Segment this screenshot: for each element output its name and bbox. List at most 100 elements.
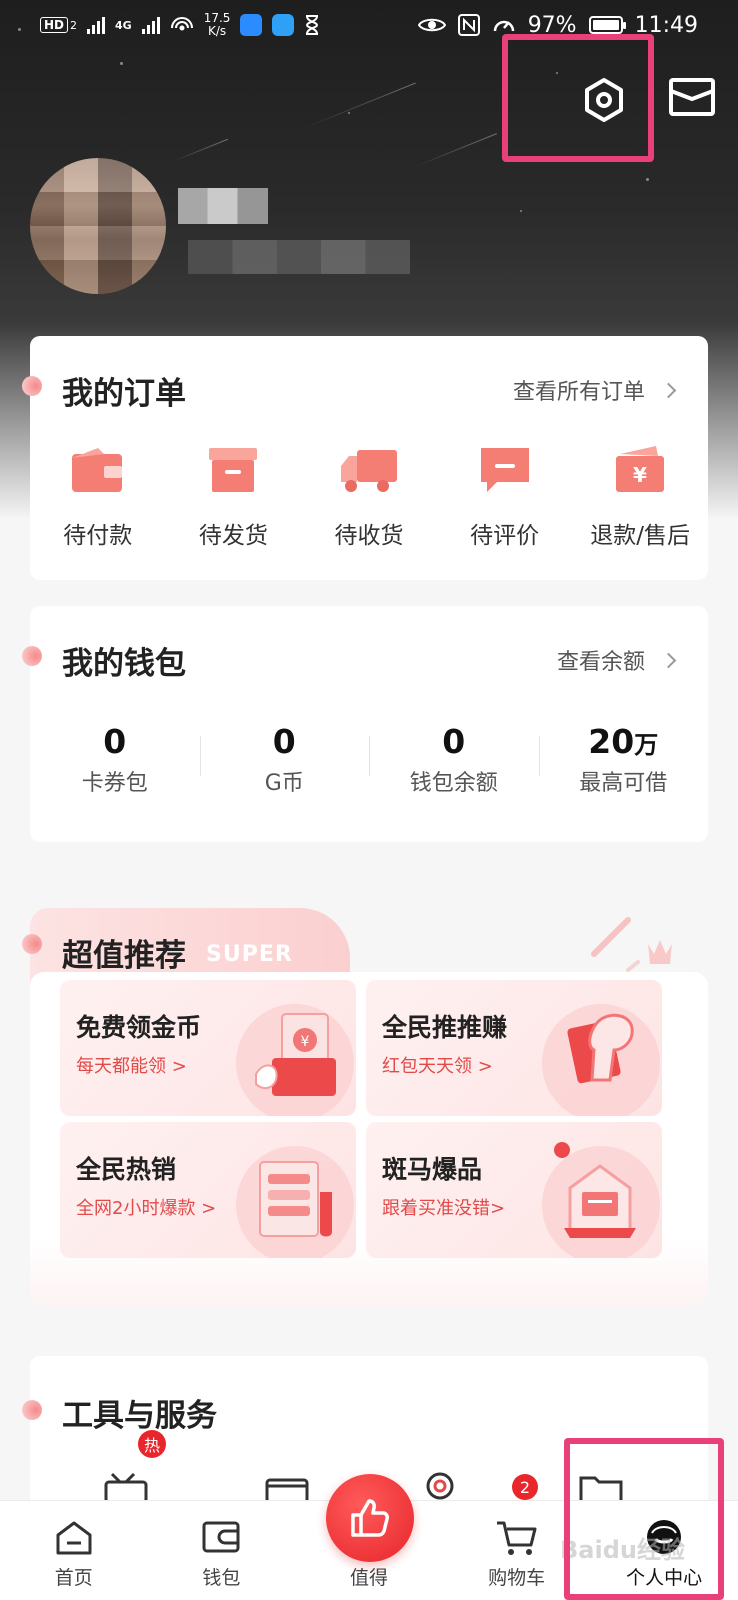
package-box-icon <box>209 448 258 492</box>
tab-label: 购物车 <box>488 1567 546 1589</box>
user-avatar[interactable] <box>30 158 166 294</box>
wallet-label: 最高可借 <box>579 771 668 796</box>
cart-icon <box>496 1521 537 1555</box>
message-button[interactable] <box>666 74 718 120</box>
red-envelope-coin-icon: ¥ <box>232 990 356 1116</box>
tile-title: 全民推推赚 <box>382 1013 508 1042</box>
order-pending-shipment[interactable]: 待发货 <box>166 444 302 550</box>
wallet-icon <box>202 1521 240 1553</box>
settings-button[interactable] <box>574 70 634 130</box>
order-label: 待收货 <box>334 523 404 549</box>
battery-percent: 97% <box>527 12 577 38</box>
decor-streak <box>413 133 497 168</box>
decor-star <box>120 62 123 65</box>
home-icon <box>56 1521 92 1555</box>
decor-streak <box>304 82 416 129</box>
recommend-section: 超值推荐 SUPER 免费领金币 每天都能领 > ¥ 全民推推赚 红包天天领 >… <box>22 908 708 1308</box>
tab-home[interactable]: 首页 <box>0 1501 148 1600</box>
tile-hot-sales[interactable]: 全民热销 全网2小时爆款 > <box>60 1122 356 1258</box>
order-pending-review[interactable]: 待评价 <box>437 444 573 550</box>
wallet-icon <box>71 448 122 492</box>
comment-icon <box>480 448 529 492</box>
wallet-number: 0 <box>103 722 127 761</box>
calendar-tool-icon[interactable] <box>264 1470 310 1500</box>
order-label: 待付款 <box>63 523 133 549</box>
wallet-number: 0 <box>272 722 296 761</box>
speed-value: 17.5 <box>203 11 231 25</box>
recommend-body: 免费领金币 每天都能领 > ¥ 全民推推赚 红包天天领 > 全民热销 全网2小时… <box>30 972 708 1306</box>
username-blurred[interactable] <box>178 188 268 224</box>
order-label: 退款/售后 <box>590 523 691 549</box>
tab-wallet[interactable]: 钱包 <box>148 1501 296 1600</box>
decor-streak <box>171 138 229 163</box>
network-type: 4G <box>115 18 132 32</box>
cart-count-badge: 2 <box>512 1474 538 1500</box>
message-envelope-icon <box>669 78 715 116</box>
tab-label: 钱包 <box>202 1567 241 1589</box>
data-saver-icon <box>493 20 514 32</box>
recommend-title: 超值推荐 <box>62 938 186 974</box>
location-tool-icon[interactable] <box>420 1470 460 1500</box>
eye-comfort-icon <box>417 18 446 32</box>
speed-unit: K/s <box>207 24 227 38</box>
tile-zebra-hot-items[interactable]: 斑马爆品 跟着买准没错> <box>366 1122 662 1258</box>
app-notification-icon-2 <box>272 14 295 36</box>
order-label: 待评价 <box>470 523 540 549</box>
delivery-truck-icon <box>340 450 397 492</box>
folder-tool-icon[interactable] <box>578 1470 624 1500</box>
fist-red-envelope-icon <box>538 990 662 1116</box>
order-pending-receipt[interactable]: 待收货 <box>301 444 437 550</box>
order-refund-aftersale[interactable]: ¥ 退款/售后 <box>572 444 708 550</box>
tile-subtitle: 红包天天领 > <box>382 1056 493 1077</box>
crown-decor-icon <box>591 917 672 972</box>
user-id-blurred <box>188 240 410 274</box>
hd-badge: HD <box>40 17 69 33</box>
section-accent-dot <box>22 934 42 954</box>
clock: 11:49 <box>634 12 698 38</box>
orders-title: 我的订单 <box>62 376 186 412</box>
view-all-orders-label: 查看所有订单 <box>512 380 645 405</box>
wallet-value: 20万 <box>588 722 658 761</box>
wallet-balance[interactable]: 0 钱包余额 <box>369 722 539 797</box>
app-notification-icon <box>240 14 263 36</box>
wallet-coupons[interactable]: 0 卡券包 <box>30 722 200 797</box>
order-pending-payment[interactable]: 待付款 <box>30 444 166 550</box>
tv-tool-icon[interactable] <box>104 1470 154 1500</box>
tab-label: 值得 <box>349 1567 388 1589</box>
wallet-g-coins[interactable]: 0 G币 <box>199 722 370 797</box>
view-balance-link[interactable]: 查看余额 <box>556 644 677 676</box>
status-bar: HD 2 4G 17.5 K/s 97% 11:49 <box>0 0 738 50</box>
tile-referral-earn[interactable]: 全民推推赚 红包天天领 > <box>366 980 662 1116</box>
hot-badge: 热 <box>138 1430 167 1458</box>
settings-hexagon-icon <box>585 78 623 122</box>
chevron-right-icon <box>660 382 677 398</box>
decor-star <box>556 72 558 74</box>
tile-subtitle: 每天都能领 > <box>76 1056 187 1077</box>
tile-subtitle: 全网2小时爆款 > <box>76 1198 217 1219</box>
worth-center-button[interactable] <box>326 1474 414 1562</box>
wallet-value: 0 <box>103 722 126 761</box>
tile-free-coins[interactable]: 免费领金币 每天都能领 > ¥ <box>60 980 356 1116</box>
section-accent-dot <box>22 1400 42 1420</box>
signal-icon-2 <box>141 16 160 34</box>
view-balance-label: 查看余额 <box>556 650 645 675</box>
recommend-title-en: SUPER <box>206 942 293 967</box>
decor-star <box>348 112 350 114</box>
tab-label: 首页 <box>54 1567 93 1589</box>
wallet-credit-limit[interactable]: 20万 最高可借 <box>538 722 709 797</box>
order-label: 待发货 <box>198 523 268 549</box>
signal-icon <box>87 16 106 34</box>
network-speed: 17.5 K/s <box>204 12 231 38</box>
tile-subtitle: 跟着买准没错> <box>382 1198 506 1219</box>
orders-card: 我的订单 查看所有订单 待付款 待发货 待收货 待评价 ¥ 退款/售后 <box>22 336 708 580</box>
thumbs-up-icon <box>351 1499 389 1537</box>
wallet-value: 0 <box>442 722 465 761</box>
wallet-value: 0 <box>273 722 296 761</box>
view-all-orders-link[interactable]: 查看所有订单 <box>512 374 677 406</box>
battery-icon <box>588 16 626 34</box>
decor-star <box>520 210 522 212</box>
refund-icon: ¥ <box>616 446 665 492</box>
tools-title: 工具与服务 <box>62 1398 217 1434</box>
wallet-label: 卡券包 <box>81 771 148 796</box>
tab-label: 个人中心 <box>626 1567 703 1589</box>
